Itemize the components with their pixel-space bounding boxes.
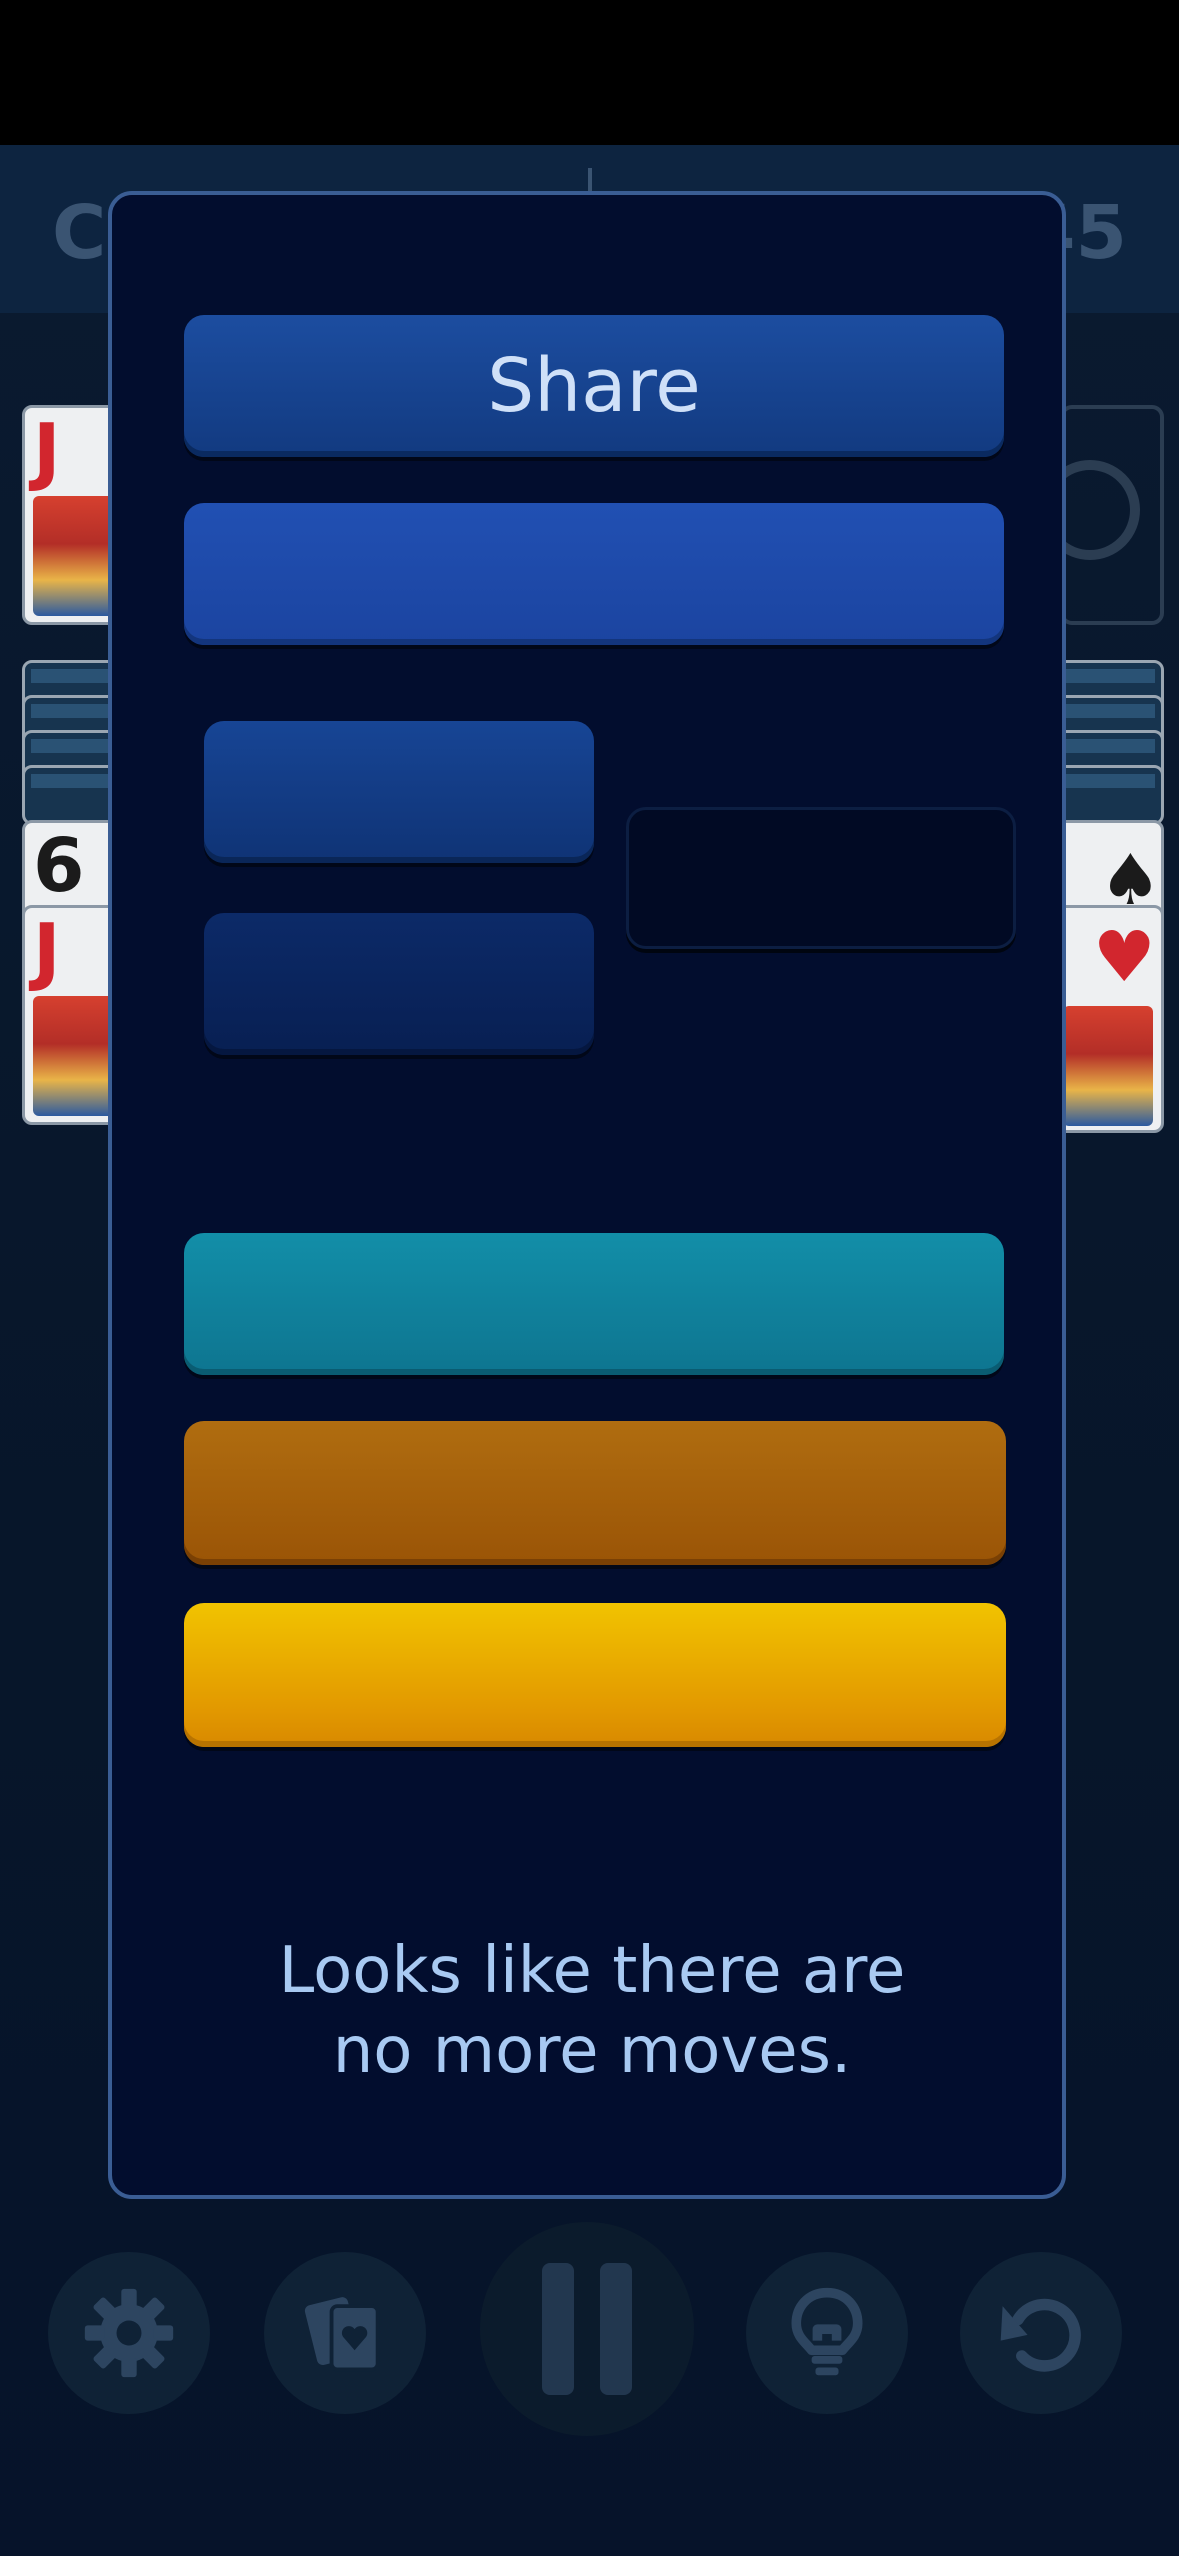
card-rank: J — [33, 408, 61, 494]
teal-button[interactable] — [184, 1233, 1004, 1375]
option-button-3[interactable] — [626, 807, 1016, 949]
orange-button[interactable] — [184, 1421, 1006, 1565]
settings-button[interactable] — [48, 2252, 210, 2414]
heart-icon: ♥ — [1093, 916, 1156, 998]
option-button-2[interactable] — [204, 913, 594, 1055]
cards-icon — [304, 2297, 380, 2372]
top-bar-left-text: C — [52, 190, 107, 276]
lightbulb-icon — [791, 2287, 863, 2376]
deck-button[interactable] — [264, 2252, 426, 2414]
option-button-1[interactable] — [204, 721, 594, 863]
share-button-label: Share — [487, 343, 701, 429]
jack-face-art — [1063, 1006, 1153, 1126]
no-moves-message: Looks like there are no more moves. — [172, 1931, 1012, 2091]
undo-icon — [1000, 2298, 1081, 2372]
card-rank: 6 — [33, 823, 85, 909]
pause-button[interactable] — [480, 2222, 694, 2436]
message-line-1: Looks like there are — [278, 1934, 906, 2008]
pause-icon — [542, 2263, 632, 2395]
hint-button[interactable] — [746, 2252, 908, 2414]
no-moves-dialog: Share Looks like there are no more moves… — [108, 191, 1066, 2199]
status-bar — [0, 0, 1179, 145]
share-button[interactable]: Share — [184, 315, 1004, 457]
undo-button[interactable] — [960, 2252, 1122, 2414]
message-line-2: no more moves. — [332, 2014, 852, 2088]
yellow-button[interactable] — [184, 1603, 1006, 1747]
gear-icon — [84, 2288, 174, 2378]
primary-blue-button[interactable] — [184, 503, 1004, 645]
card-rank: J — [33, 908, 61, 994]
